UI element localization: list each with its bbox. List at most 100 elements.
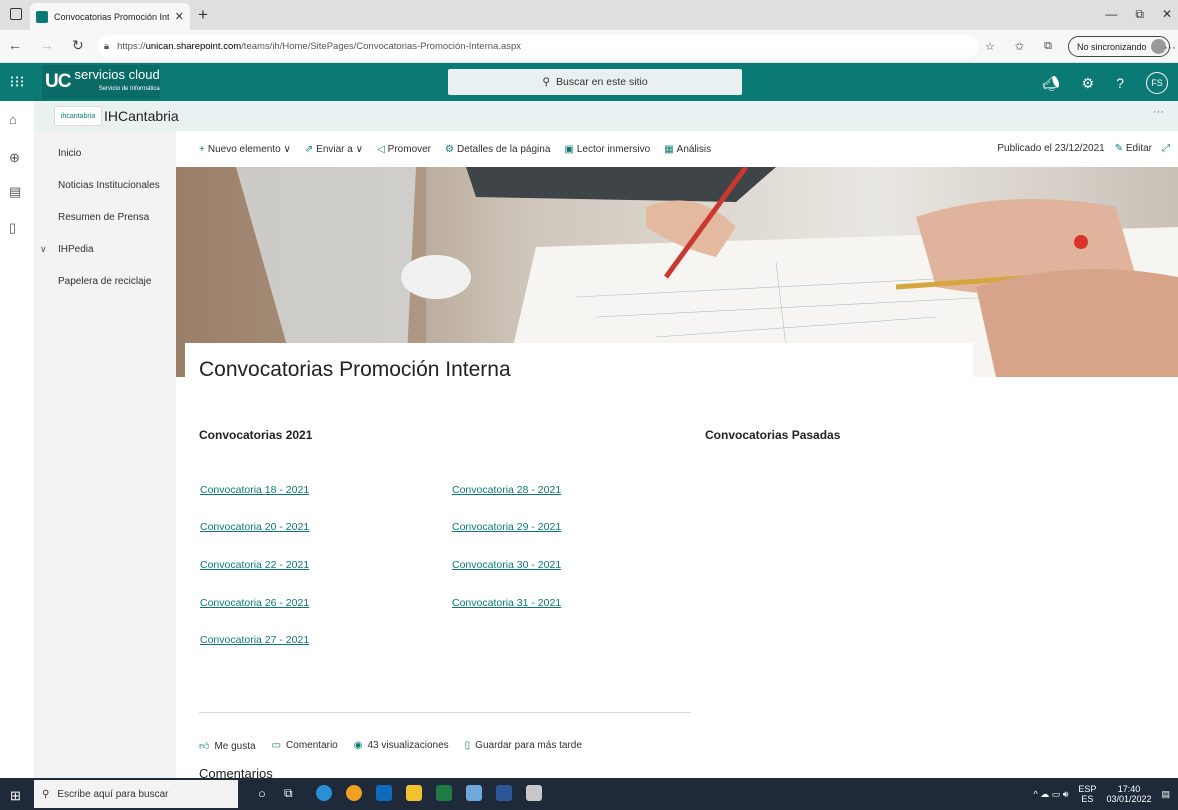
eye-icon: ◉ — [353, 740, 363, 751]
thumbs-up-icon: 👍︎ — [199, 741, 210, 752]
back-icon[interactable]: ← — [8, 37, 22, 53]
file-icon[interactable]: ▯ — [9, 220, 16, 236]
language-indicator[interactable]: ESP ES — [1078, 784, 1096, 804]
browser-menu-icon[interactable]: ··· — [1164, 40, 1176, 54]
edit-button[interactable]: ✎ Editar — [1115, 143, 1152, 154]
restore-icon[interactable]: ⧉ — [1135, 7, 1144, 22]
site-logo[interactable]: ihcantabria — [54, 106, 102, 126]
lock-icon[interactable]: 🔒︎ — [104, 41, 109, 52]
publish-info: Publicado el 23/12/2021 ✎ Editar ⤢ — [997, 143, 1170, 154]
address-bar[interactable]: 🔒︎ https://unican.sharepoint.com/teams/i… — [98, 35, 978, 58]
close-tab-icon[interactable]: ✕ — [175, 10, 184, 23]
home-icon[interactable]: ⌂ — [9, 112, 17, 127]
taskbar-search-placeholder: Escribe aquí para buscar — [57, 788, 169, 800]
save-for-later-button[interactable]: ▯ Guardar para más tarde — [465, 740, 582, 752]
plus-icon: + — [199, 143, 205, 155]
link-convocatoria-22[interactable]: Convocatoria 22 - 2021 — [200, 559, 309, 571]
suite-icons: 📣︎ ⚙ ? FS — [1042, 72, 1168, 94]
refresh-icon[interactable]: ↻ — [72, 37, 84, 54]
site-search-input[interactable]: ⚲ Buscar en este sitio — [448, 69, 742, 95]
views-count: ◉ 43 visualizaciones — [353, 740, 449, 751]
chart-app-icon[interactable] — [466, 785, 482, 801]
clock[interactable]: 17:40 03/01/2022 — [1106, 784, 1151, 804]
logo-title: servicios cloud Servicio de Informática — [74, 67, 160, 93]
close-window-icon[interactable]: ✕ — [1162, 7, 1172, 22]
favorites-icon[interactable]: ✩ — [1015, 40, 1024, 53]
taskbar-search-input[interactable]: ⚲ Escribe aquí para buscar — [34, 780, 238, 808]
nav-item-inicio[interactable]: Inicio — [58, 148, 81, 159]
new-tab-icon[interactable]: + — [198, 5, 208, 25]
chrome-icon[interactable] — [346, 785, 362, 801]
window-controls: — ⧉ ✕ — [1105, 7, 1172, 22]
notifications-icon[interactable]: ▤ — [1161, 789, 1170, 800]
nav-item-noticias[interactable]: Noticias Institucionales — [58, 180, 160, 191]
uc-logo[interactable]: UC servicios cloud Servicio de Informátic… — [42, 65, 160, 99]
outlook-icon[interactable] — [376, 785, 392, 801]
sync-status-button[interactable]: No sincronizando — [1068, 36, 1170, 57]
news-icon[interactable]: ▤ — [9, 184, 21, 200]
comment-icon: ▭ — [271, 740, 282, 751]
published-date: Publicado el 23/12/2021 — [997, 143, 1105, 154]
nav-item-papelera[interactable]: Papelera de reciclaje — [58, 276, 151, 287]
send-to-button[interactable]: ⇗ Enviar a ∨ — [305, 144, 363, 155]
comment-button[interactable]: ▭ Comentario — [272, 740, 338, 752]
content-area — [176, 377, 1178, 778]
tray-icons[interactable]: ^ ☁ ▭ 🔊︎ — [1034, 789, 1069, 800]
page-details-button[interactable]: ⚙ Detalles de la página — [445, 144, 550, 155]
divider — [199, 712, 691, 713]
edge-icon[interactable] — [316, 785, 332, 801]
promote-button[interactable]: ◁ Promover — [377, 144, 431, 155]
excel-icon[interactable] — [436, 785, 452, 801]
search-placeholder: Buscar en este sitio — [556, 76, 648, 88]
site-header — [34, 101, 1178, 131]
task-view-icon[interactable]: ⧉ — [284, 786, 293, 801]
like-button[interactable]: 👍︎ Me gusta — [199, 740, 256, 752]
nav-item-ihpedia[interactable]: IHPedia — [58, 244, 94, 255]
windows-start-icon[interactable]: ⊞ — [10, 788, 21, 804]
browser-toolbar-icons: ☆ ✩ ⧉ — [985, 40, 1052, 53]
share-icon: ⇗ — [304, 143, 314, 155]
link-convocatoria-30[interactable]: Convocatoria 30 - 2021 — [452, 559, 561, 571]
new-item-button[interactable]: + Nuevo elemento ∨ — [199, 144, 291, 155]
chart-icon: ▦ — [664, 143, 674, 155]
acrobat-icon[interactable] — [526, 785, 542, 801]
tab-actions-icon[interactable] — [10, 8, 22, 20]
cortana-icon[interactable]: ○ — [258, 786, 266, 801]
chevron-down-icon[interactable]: ∨ — [40, 244, 47, 255]
word-icon[interactable] — [496, 785, 512, 801]
link-convocatoria-20[interactable]: Convocatoria 20 - 2021 — [200, 521, 309, 533]
link-convocatoria-26[interactable]: Convocatoria 26 - 2021 — [200, 597, 309, 609]
link-convocatoria-18[interactable]: Convocatoria 18 - 2021 — [200, 484, 309, 496]
link-convocatoria-28[interactable]: Convocatoria 28 - 2021 — [452, 484, 561, 496]
globe-icon[interactable]: ⊕ — [9, 150, 20, 166]
collections-icon[interactable]: ⧉ — [1044, 40, 1052, 53]
app-launcher-icon[interactable]: ⁝⁝⁝ — [0, 63, 34, 101]
favorite-add-icon[interactable]: ☆ — [985, 40, 995, 53]
browser-tab[interactable]: Convocatorias Promoción Intern ✕ — [30, 3, 190, 30]
tab-title: Convocatorias Promoción Intern — [54, 11, 169, 22]
system-tray: ^ ☁ ▭ 🔊︎ ESP ES 17:40 03/01/2022 ▤ — [1034, 784, 1170, 804]
site-name[interactable]: IHCantabria — [104, 108, 179, 124]
settings-icon[interactable]: ⚙ — [1082, 75, 1095, 92]
left-nav — [34, 131, 176, 778]
link-convocatoria-29[interactable]: Convocatoria 29 - 2021 — [452, 521, 561, 533]
social-bar: 👍︎ Me gusta ▭ Comentario ◉ 43 visualizacion… — [199, 740, 582, 752]
site-more-icon[interactable]: ··· — [1153, 106, 1164, 118]
link-convocatoria-27[interactable]: Convocatoria 27 - 2021 — [200, 634, 309, 646]
minimize-icon[interactable]: — — [1105, 7, 1117, 22]
file-explorer-icon[interactable] — [406, 785, 422, 801]
pencil-icon: ✎ — [1114, 143, 1124, 154]
analytics-button[interactable]: ▦ Análisis — [664, 144, 711, 155]
user-avatar[interactable]: FS — [1146, 72, 1168, 94]
immersive-reader-button[interactable]: ▣ Lector inmersivo — [564, 144, 650, 155]
megaphone-icon[interactable]: 📣︎ — [1042, 75, 1060, 92]
gear-icon: ⚙ — [445, 143, 454, 155]
url-text: https://unican.sharepoint.com/teams/ih/H… — [117, 41, 522, 52]
nav-item-prensa[interactable]: Resumen de Prensa — [58, 212, 149, 223]
link-convocatoria-31[interactable]: Convocatoria 31 - 2021 — [452, 597, 561, 609]
forward-icon[interactable]: → — [40, 37, 54, 53]
megaphone-icon: ◁ — [376, 143, 385, 155]
logo-uc-text: UC — [45, 71, 71, 92]
expand-icon[interactable]: ⤢ — [1162, 143, 1170, 154]
help-icon[interactable]: ? — [1116, 75, 1124, 91]
